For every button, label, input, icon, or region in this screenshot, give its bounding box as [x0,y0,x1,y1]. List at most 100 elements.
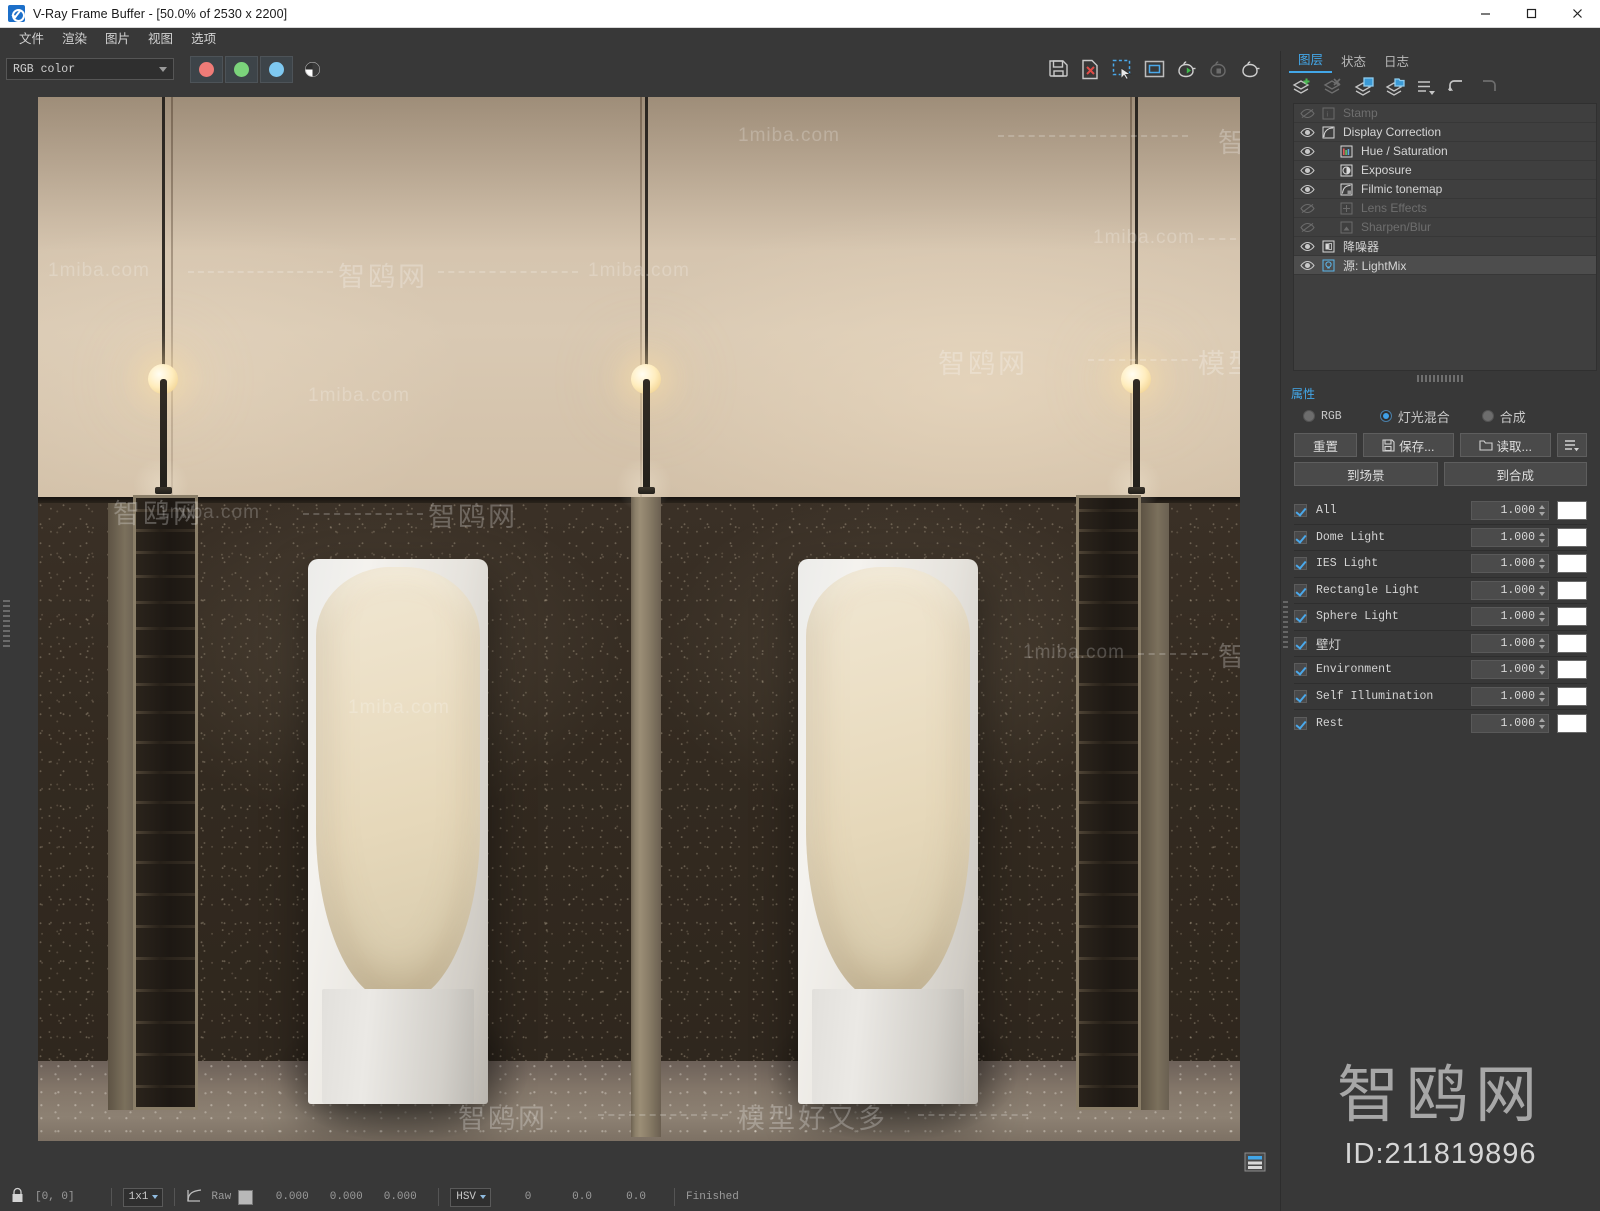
render-history-button[interactable] [1244,1152,1266,1177]
save-image-icon[interactable] [1044,55,1072,83]
minimize-button[interactable] [1462,0,1508,28]
left-splitter-handle[interactable] [3,600,10,670]
reset-button[interactable]: 重置 [1294,433,1358,457]
layer-row-lens-effects[interactable]: Lens Effects [1294,199,1596,218]
light-color-swatch[interactable] [1557,713,1587,733]
spinner-up-icon[interactable] [1539,558,1545,563]
light-color-swatch[interactable] [1557,527,1587,547]
show-vfb-icon[interactable] [1140,55,1168,83]
light-row-wall-lamp[interactable]: 壁灯 1.000 [1294,631,1587,657]
light-intensity-input[interactable]: 1.000 [1471,527,1549,547]
color-mode-select[interactable]: HSV [450,1187,492,1207]
red-channel-button[interactable] [190,55,223,83]
menu-render[interactable]: 渲染 [53,28,96,51]
light-row-self-illumination[interactable]: Self Illumination 1.000 [1294,684,1587,710]
spinner-down-icon[interactable] [1539,538,1545,543]
visibility-on-icon[interactable] [1294,146,1320,157]
light-row-all[interactable]: All 1.000 [1294,498,1587,525]
light-checkbox[interactable] [1294,716,1307,730]
light-checkbox[interactable] [1294,636,1307,650]
light-checkbox[interactable] [1294,557,1307,571]
maximize-button[interactable] [1508,0,1554,28]
to-composite-button[interactable]: 到合成 [1443,462,1587,486]
load-button[interactable]: 读取... [1459,433,1551,457]
visibility-on-icon[interactable] [1294,127,1320,138]
visibility-on-icon[interactable] [1294,165,1320,176]
layer-row-display-correction[interactable]: Display Correction [1294,123,1596,142]
spinner-down-icon[interactable] [1539,618,1545,623]
menu-view[interactable]: 视图 [139,28,182,51]
visibility-off-icon[interactable] [1294,222,1320,233]
lightmix-menu-button[interactable] [1557,433,1587,457]
spinner-up-icon[interactable] [1539,584,1545,589]
light-intensity-input[interactable]: 1.000 [1471,633,1549,653]
visibility-on-icon[interactable] [1294,184,1320,195]
light-color-swatch[interactable] [1557,554,1587,574]
properties-tab[interactable]: 属性 [1281,385,1600,403]
render-last-icon[interactable] [1172,55,1200,83]
light-row-environment[interactable]: Environment 1.000 [1294,657,1587,684]
spinner-down-icon[interactable] [1539,644,1545,649]
spinner-up-icon[interactable] [1539,690,1545,695]
spinner-down-icon[interactable] [1539,591,1545,596]
layer-row-lightmix[interactable]: 源: LightMix [1294,256,1596,275]
spinner-up-icon[interactable] [1539,717,1545,722]
light-color-swatch[interactable] [1557,660,1587,680]
spinner-down-icon[interactable] [1539,724,1545,729]
light-intensity-input[interactable]: 1.000 [1471,501,1549,521]
light-color-swatch[interactable] [1557,633,1587,653]
load-layer-icon[interactable] [1382,75,1408,99]
spinner-up-icon[interactable] [1539,637,1545,642]
light-color-swatch[interactable] [1557,607,1587,627]
light-intensity-input[interactable]: 1.000 [1471,713,1549,733]
light-checkbox[interactable] [1294,610,1307,624]
layer-row-stamp[interactable]: i Stamp [1294,104,1596,123]
menu-image[interactable]: 图片 [96,28,139,51]
light-row-rest[interactable]: Rest 1.000 [1294,710,1587,737]
horizontal-splitter-handle[interactable] [1281,371,1600,385]
light-color-swatch[interactable] [1557,686,1587,706]
radio-composite[interactable]: 合成 [1481,407,1526,426]
light-intensity-input[interactable]: 1.000 [1471,686,1549,706]
save-button[interactable]: 保存... [1363,433,1454,457]
alpha-channel-button[interactable] [297,56,327,83]
light-checkbox[interactable] [1294,663,1307,677]
light-color-swatch[interactable] [1557,501,1587,521]
redo-icon[interactable] [1475,75,1501,99]
spinner-down-icon[interactable] [1539,697,1545,702]
menu-options[interactable]: 选项 [182,28,225,51]
light-checkbox[interactable] [1294,504,1307,518]
spinner-up-icon[interactable] [1539,664,1545,669]
spinner-up-icon[interactable] [1539,611,1545,616]
image-canvas-area[interactable]: 1miba.com 智鸥网 1miba.com 1miba.com 智鸥网 1m… [0,87,1280,1183]
menu-file[interactable]: 文件 [10,28,53,51]
lock-icon[interactable] [10,1187,25,1208]
spinner-up-icon[interactable] [1539,531,1545,536]
tab-status[interactable]: 状态 [1332,49,1375,73]
tab-log[interactable]: 日志 [1375,49,1418,73]
light-intensity-input[interactable]: 1.000 [1471,554,1549,574]
undo-icon[interactable] [1444,75,1470,99]
spinner-down-icon[interactable] [1539,512,1545,517]
blue-channel-button[interactable] [260,55,293,83]
save-layer-icon[interactable] [1351,75,1377,99]
visibility-on-icon[interactable] [1294,241,1320,252]
spinner-down-icon[interactable] [1539,671,1545,676]
light-color-swatch[interactable] [1557,580,1587,600]
light-row-sphere-light[interactable]: Sphere Light 1.000 [1294,604,1587,631]
close-button[interactable] [1554,0,1600,28]
color-curve-icon[interactable] [186,1188,203,1207]
spinner-down-icon[interactable] [1539,565,1545,570]
layer-list-icon[interactable] [1413,75,1439,99]
remove-layer-icon[interactable] [1320,75,1346,99]
visibility-off-icon[interactable] [1294,203,1320,214]
spinner-up-icon[interactable] [1539,505,1545,510]
layer-row-hue-saturation[interactable]: Hue / Saturation [1294,142,1596,161]
light-intensity-input[interactable]: 1.000 [1471,660,1549,680]
render-icon[interactable] [1236,55,1264,83]
layer-row-sharpen-blur[interactable]: Sharpen/Blur [1294,218,1596,237]
sample-size-select[interactable]: 1x1 [122,1187,164,1207]
light-checkbox[interactable] [1294,583,1307,597]
channel-select[interactable]: RGB color [6,58,174,80]
layer-row-filmic-tonemap[interactable]: Filmic tonemap [1294,180,1596,199]
